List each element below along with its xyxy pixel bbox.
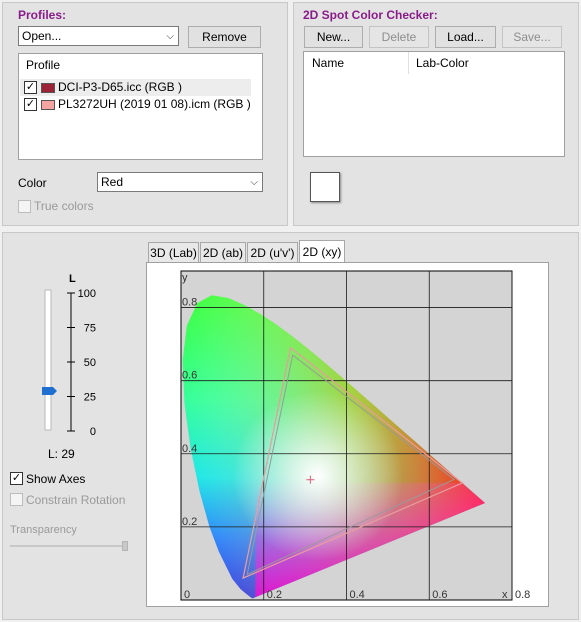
lightness-axis-label: L — [69, 273, 76, 285]
profile-swatch-1 — [41, 83, 55, 93]
lightness-tick-label: 25 — [84, 392, 96, 404]
slider-thumb[interactable] — [42, 386, 57, 395]
lightness-tick-label: 0 — [90, 426, 96, 438]
chevron-down-icon: ⌵ — [250, 177, 258, 188]
tab-2d-ab[interactable]: 2D (ab) — [200, 242, 246, 262]
column-divider — [408, 52, 409, 74]
slider-track[interactable] — [44, 289, 52, 431]
profile-checkbox-2[interactable]: ✓ — [24, 98, 37, 111]
constrain-rotation-label: Constrain Rotation — [26, 493, 126, 507]
spot-color-list[interactable]: Name Lab-Color — [303, 51, 565, 157]
transparency-thumb[interactable] — [122, 541, 128, 551]
tab-2d-uv[interactable]: 2D (u'v') — [247, 242, 298, 262]
profile-list-header: Profile — [26, 58, 61, 72]
lightness-slider[interactable]: L 100 75 50 25 0 — [0, 270, 140, 460]
profiles-dropdown-value: Open... — [22, 29, 62, 43]
spot-col-lab: Lab-Color — [416, 56, 469, 70]
load-button[interactable]: Load... — [435, 26, 496, 48]
chromaticity-chart[interactable]: 0 0.2 0.4 0.6 0.8 0.2 0.4 0.6 0.8 x y — [146, 262, 549, 607]
true-colors-checkbox[interactable] — [18, 200, 31, 213]
color-label: Color — [18, 176, 47, 190]
transparency-track[interactable] — [10, 545, 128, 547]
save-button[interactable]: Save... — [502, 26, 562, 48]
y-tick-label: 0.6 — [182, 370, 197, 382]
transparency-label: Transparency — [10, 524, 77, 536]
tab-2d-xy[interactable]: 2D (xy) — [299, 240, 345, 262]
lightness-tick-label: 50 — [84, 357, 96, 369]
x-tick-label: 0.2 — [267, 589, 282, 601]
spot-col-name: Name — [312, 56, 345, 70]
tab-3d-lab[interactable]: 3D (Lab) — [148, 242, 199, 262]
spot-color-preview[interactable] — [310, 172, 340, 202]
spot-checker-title: 2D Spot Color Checker: — [303, 8, 438, 22]
show-axes-checkbox[interactable]: ✓ — [10, 472, 23, 485]
y-axis-label: y — [182, 272, 188, 284]
remove-button[interactable]: Remove — [188, 26, 261, 48]
delete-button[interactable]: Delete — [369, 26, 429, 48]
x-tick-label: 0 — [184, 589, 190, 601]
lightness-tick-label: 100 — [78, 288, 96, 300]
lightness-tick-label: 75 — [84, 323, 96, 335]
y-tick-label: 0.2 — [182, 516, 197, 528]
new-button[interactable]: New... — [304, 26, 363, 48]
x-tick-label: 0.4 — [350, 589, 365, 601]
true-colors-label: True colors — [34, 199, 94, 213]
x-tick-label: 0.8 — [515, 589, 530, 601]
color-dropdown[interactable]: Red ⌵ — [97, 172, 263, 192]
show-axes-label: Show Axes — [26, 472, 86, 486]
lightness-value: L: 29 — [48, 447, 75, 461]
profile-name-1: DCI-P3-D65.icc (RGB ) — [58, 80, 183, 94]
color-dropdown-value: Red — [101, 175, 124, 189]
profiles-open-dropdown[interactable]: Open... ⌵ — [18, 26, 179, 46]
profile-swatch-2 — [41, 100, 55, 110]
profiles-title: Profiles: — [18, 8, 67, 22]
profile-checkbox-1[interactable]: ✓ — [24, 81, 37, 94]
y-tick-label: 0.4 — [182, 443, 197, 455]
x-tick-label: 0.6 — [432, 589, 447, 601]
x-axis-label: x — [502, 589, 508, 601]
chevron-down-icon: ⌵ — [166, 31, 174, 42]
constrain-rotation-checkbox[interactable] — [10, 493, 23, 506]
profile-name-2: PL3272UH (2019 01 08).icm (RGB ) — [58, 97, 251, 111]
y-tick-label: 0.8 — [182, 297, 197, 309]
